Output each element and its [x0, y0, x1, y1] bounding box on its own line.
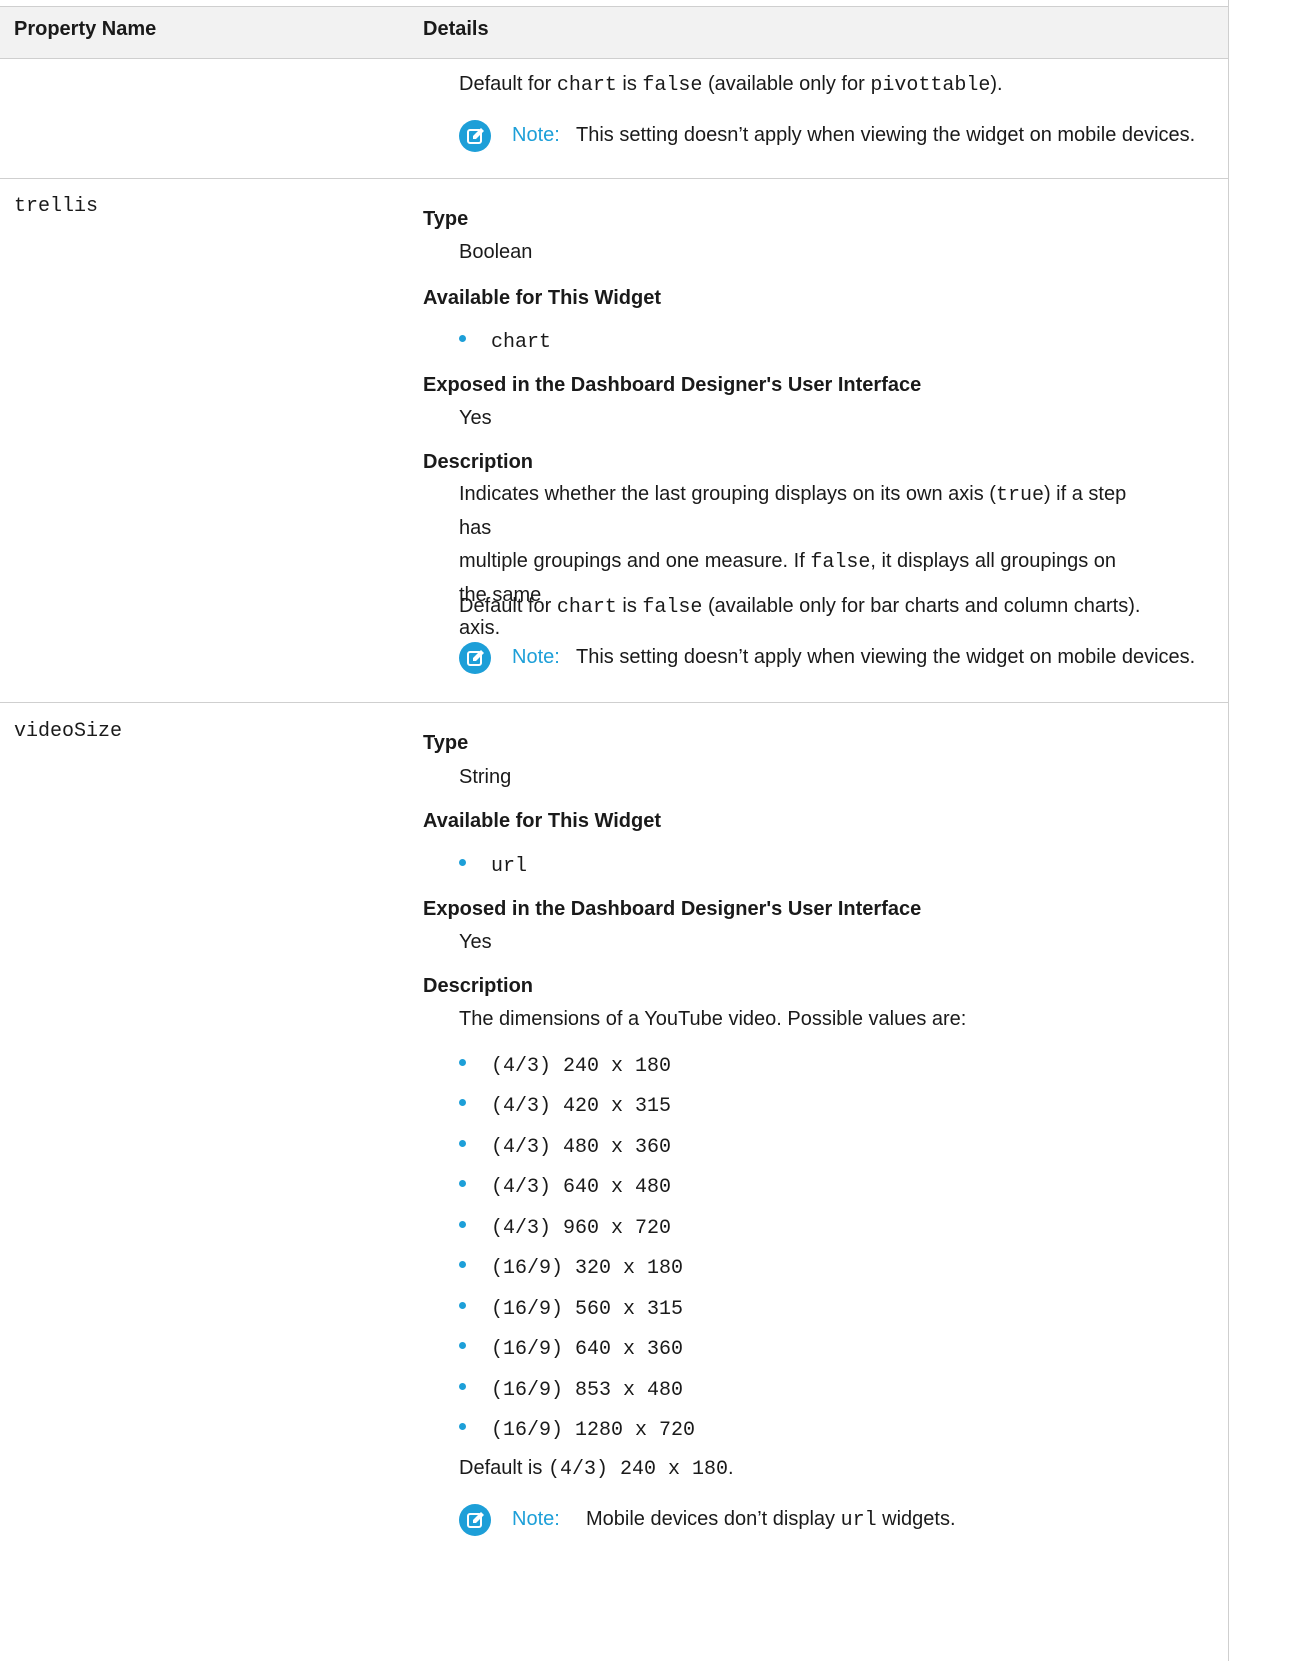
trellis-default-text: Default for chart is false (available on… [459, 595, 1141, 619]
list-item: (4/3) 960 x 720 [459, 1215, 671, 1240]
list-item: (16/9) 560 x 315 [459, 1296, 683, 1321]
properties-table: Property Name Details Default for chart … [0, 0, 1229, 1661]
videosize-type-value: String [459, 766, 512, 788]
list-item: (16/9) 640 x 360 [459, 1336, 683, 1361]
property-name-trellis: trellis [14, 195, 99, 218]
bullet-icon [459, 1180, 466, 1188]
edit-note-icon [459, 1504, 491, 1536]
column-header-property-name: Property Name [14, 18, 157, 40]
bullet-icon [459, 859, 466, 867]
list-item: (4/3) 640 x 480 [459, 1174, 671, 1199]
table-header [0, 6, 1228, 58]
bullet-icon [459, 1423, 466, 1431]
row-divider [0, 702, 1228, 703]
videosize-exposed-label: Exposed in the Dashboard Designer's User… [423, 898, 922, 920]
videosize-available-label: Available for This Widget [423, 810, 661, 832]
trellis-available-label: Available for This Widget [423, 287, 661, 309]
list-item: (4/3) 240 x 180 [459, 1053, 671, 1078]
list-item: url [459, 853, 527, 878]
bullet-icon [459, 1302, 466, 1310]
list-item: (16/9) 320 x 180 [459, 1255, 683, 1280]
trellis-type-value: Boolean [459, 241, 533, 263]
videosize-description-label: Description [423, 975, 534, 997]
top-default-text: Default for chart is false (available on… [459, 73, 1003, 97]
list-item: chart [459, 329, 551, 354]
trellis-type-label: Type [423, 208, 469, 230]
videosize-exposed-value: Yes [459, 931, 492, 953]
trellis-exposed-label: Exposed in the Dashboard Designer's User… [423, 374, 922, 396]
bullet-icon [459, 1342, 466, 1350]
bullet-icon [459, 1099, 466, 1107]
videosize-default-text: Default is (4/3) 240 x 180. [459, 1457, 734, 1481]
list-item: (16/9) 853 x 480 [459, 1377, 683, 1402]
videosize-description-text: The dimensions of a YouTube video. Possi… [459, 1008, 967, 1030]
bullet-icon [459, 335, 466, 343]
bullet-icon [459, 1261, 466, 1269]
bullet-icon [459, 1383, 466, 1391]
trellis-description-label: Description [423, 451, 534, 473]
row-divider [0, 178, 1228, 179]
edit-note-icon [459, 120, 491, 152]
videosize-type-label: Type [423, 732, 469, 754]
trellis-exposed-value: Yes [459, 407, 492, 429]
header-bottom-rule [0, 58, 1228, 59]
edit-note-icon [459, 642, 491, 674]
bullet-icon [459, 1059, 466, 1067]
header-top-rule [0, 6, 1228, 7]
column-header-details: Details [423, 18, 489, 40]
bullet-icon [459, 1221, 466, 1229]
bullet-icon [459, 1140, 466, 1148]
list-item: (16/9) 1280 x 720 [459, 1417, 695, 1442]
list-item: (4/3) 480 x 360 [459, 1134, 671, 1159]
property-name-videosize: videoSize [14, 720, 123, 743]
list-item: (4/3) 420 x 315 [459, 1093, 671, 1118]
